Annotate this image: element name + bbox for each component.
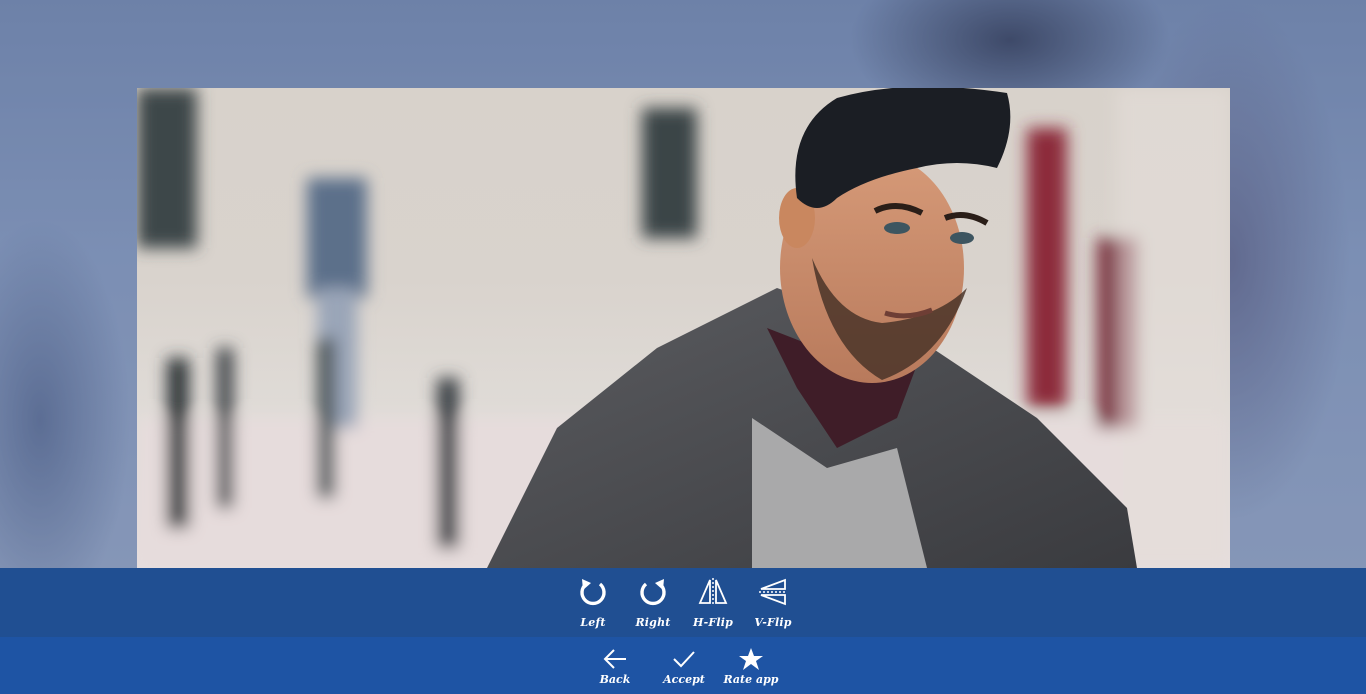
rotate-right-label: Right bbox=[635, 616, 671, 629]
rotate-right-icon bbox=[640, 579, 666, 606]
flip-horizontal-button[interactable]: H-Flip bbox=[685, 568, 741, 637]
edit-toolbar: Left Right H-Flip V-Flip bbox=[0, 568, 1366, 637]
bottom-navigation: Back Accept Rate app bbox=[0, 637, 1366, 694]
rotate-left-label: Left bbox=[580, 616, 606, 629]
portrait-photo bbox=[137, 88, 1230, 568]
checkmark-icon bbox=[673, 651, 695, 668]
photo-canvas bbox=[137, 88, 1230, 568]
flip-horizontal-icon bbox=[698, 578, 728, 606]
rate-app-button[interactable]: Rate app bbox=[719, 637, 783, 694]
rotate-right-button[interactable]: Right bbox=[625, 568, 681, 637]
flip-vertical-label: V-Flip bbox=[754, 616, 792, 629]
star-icon bbox=[739, 648, 763, 670]
rotate-left-icon bbox=[580, 579, 606, 606]
accept-label: Accept bbox=[663, 673, 705, 686]
rate-app-label: Rate app bbox=[723, 673, 779, 686]
accept-button[interactable]: Accept bbox=[652, 637, 716, 694]
flip-vertical-button[interactable]: V-Flip bbox=[745, 568, 801, 637]
flip-horizontal-label: H-Flip bbox=[692, 616, 734, 629]
flip-vertical-icon bbox=[759, 578, 787, 606]
back-label: Back bbox=[599, 673, 631, 686]
rotate-left-button[interactable]: Left bbox=[565, 568, 621, 637]
back-arrow-icon bbox=[603, 649, 626, 669]
back-button[interactable]: Back bbox=[583, 637, 647, 694]
